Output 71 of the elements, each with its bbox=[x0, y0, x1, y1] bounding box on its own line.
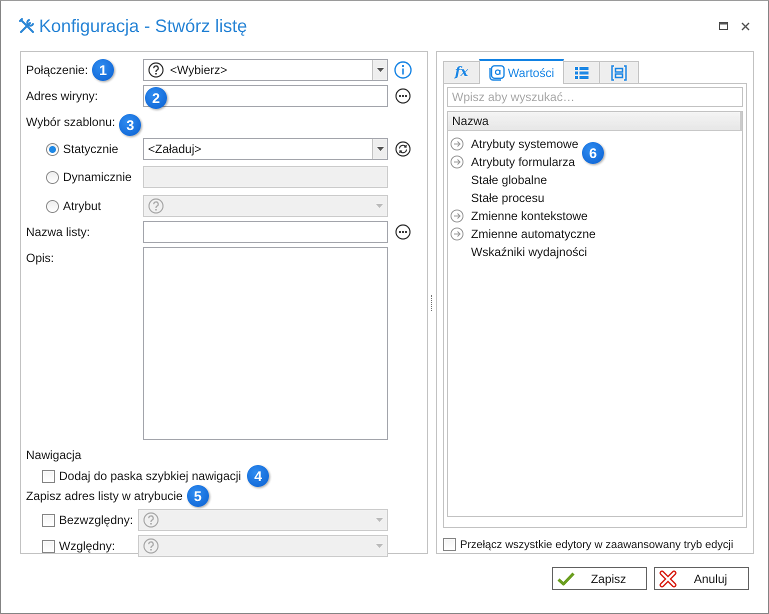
help-icon bbox=[143, 512, 159, 528]
checkbox-label: Względny: bbox=[59, 539, 116, 553]
tab[interactable] bbox=[563, 61, 600, 83]
number-badge: 4 bbox=[247, 465, 270, 487]
arrow-circle-icon[interactable] bbox=[450, 155, 464, 169]
tree-item[interactable]: Zmienne automatyczne bbox=[471, 227, 596, 241]
text-field[interactable] bbox=[143, 85, 388, 107]
number-badge: 3 bbox=[119, 114, 142, 136]
section-label: Zapisz adres listy w atrybucie bbox=[26, 489, 183, 503]
refresh-icon[interactable] bbox=[395, 141, 411, 157]
list-icon bbox=[574, 66, 588, 80]
dropdown-value: <Wybierz> bbox=[170, 63, 228, 77]
checkbox-label: Dodaj do paska szybkiej nawigacji bbox=[59, 469, 242, 483]
dropdown-value: <Załaduj> bbox=[148, 142, 202, 156]
checkbox-label: Przełącz wszystkie edytory w zaawansowany tryb edycji bbox=[460, 538, 734, 550]
tree-item[interactable]: Atrybuty systemowe bbox=[471, 137, 578, 151]
tree-item[interactable]: Wskaźniki wydajności bbox=[471, 245, 588, 259]
dropdown[interactable]: <Załaduj> bbox=[143, 138, 388, 160]
caret-icon bbox=[376, 544, 383, 548]
checkbox[interactable] bbox=[42, 470, 55, 482]
help-icon bbox=[143, 538, 159, 554]
number-badge: 6 bbox=[582, 142, 604, 164]
radio-label: Dynamicznie bbox=[63, 170, 132, 184]
bracket-icon bbox=[611, 64, 627, 80]
checkbox[interactable] bbox=[443, 538, 456, 551]
description-field[interactable] bbox=[143, 247, 388, 440]
field-label: Opis: bbox=[26, 251, 54, 265]
more-icon[interactable] bbox=[395, 88, 411, 104]
close-icon[interactable] bbox=[741, 22, 750, 30]
arrow-circle-icon[interactable] bbox=[450, 227, 464, 241]
tree-item[interactable]: Atrybuty formularza bbox=[471, 155, 576, 169]
tab[interactable]: Wartości bbox=[479, 59, 564, 84]
text-field[interactable] bbox=[143, 221, 388, 243]
section-label: Nawigacja bbox=[26, 448, 82, 462]
cancel-button[interactable]: Anuluj bbox=[654, 567, 749, 590]
at-box-icon bbox=[488, 64, 505, 80]
tree-item[interactable]: Zmienne kontekstowe bbox=[471, 209, 588, 223]
caret-icon bbox=[376, 68, 384, 72]
radio-label: Statycznie bbox=[63, 142, 118, 156]
radio-label: Atrybut bbox=[63, 199, 102, 213]
tree-item[interactable]: Stałe procesu bbox=[471, 191, 544, 205]
dropdown[interactable]: <Wybierz> bbox=[143, 59, 388, 81]
column-header: Nazwa bbox=[448, 112, 742, 131]
radio-button[interactable] bbox=[46, 142, 59, 156]
number-badge: 1 bbox=[92, 59, 114, 81]
arrow-circle-icon[interactable] bbox=[450, 137, 464, 151]
tab[interactable] bbox=[599, 61, 639, 83]
tools-icon bbox=[18, 17, 36, 35]
help-icon bbox=[148, 198, 164, 214]
number-badge: 5 bbox=[186, 485, 209, 507]
caret-icon bbox=[376, 147, 384, 151]
more-icon[interactable] bbox=[395, 224, 411, 240]
field-label: Wybór szablonu: bbox=[26, 115, 116, 129]
arrow-circle-icon[interactable] bbox=[450, 209, 464, 223]
checkbox-label: Bezwzględny: bbox=[59, 513, 134, 527]
field-label: Adres wiryny: bbox=[26, 89, 98, 103]
field-label: Połączenie: bbox=[26, 63, 88, 77]
info-icon[interactable] bbox=[394, 61, 412, 79]
window-title: Konfiguracja - Stwórz listę bbox=[39, 16, 248, 36]
tree-item[interactable]: Stałe globalne bbox=[471, 173, 548, 187]
caret-icon bbox=[376, 204, 383, 208]
search-field[interactable]: Wpisz aby wyszukać… bbox=[447, 87, 743, 107]
field-label: Nazwa listy: bbox=[26, 225, 90, 239]
caret-icon bbox=[376, 518, 383, 522]
cross-icon bbox=[659, 570, 677, 588]
help-icon bbox=[148, 62, 164, 78]
maximize-icon[interactable] bbox=[719, 22, 728, 30]
check-icon bbox=[557, 572, 575, 586]
save-button[interactable]: Zapisz bbox=[552, 567, 647, 590]
dropdown-arrow-button[interactable] bbox=[372, 60, 387, 80]
dropdown-arrow-button[interactable] bbox=[372, 139, 387, 159]
